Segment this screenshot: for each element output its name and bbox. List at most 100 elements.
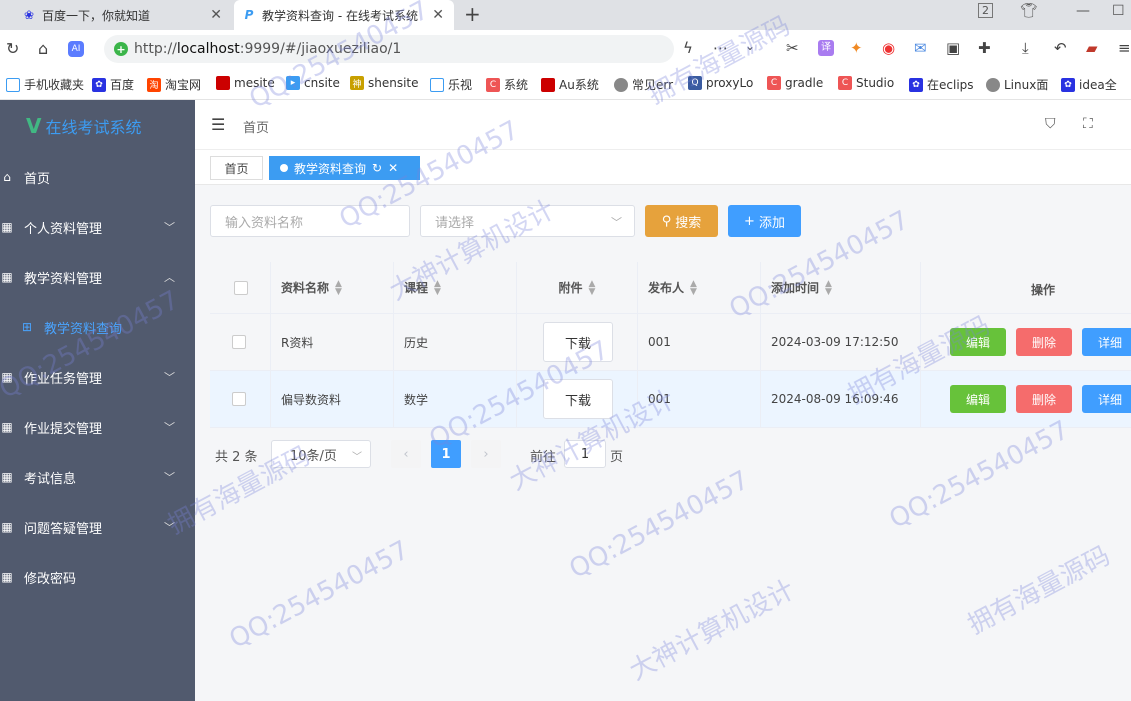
- home-icon[interactable]: ⌂: [38, 39, 48, 58]
- sort-icon[interactable]: ▲ ▼: [690, 279, 697, 296]
- bookmark-item[interactable]: 常见err: [614, 76, 674, 93]
- sidebar-item-materials[interactable]: ▦ 教学资料管理 ︿: [0, 252, 195, 302]
- sidebar-item-materials-query[interactable]: ⊞ 教学资料查询: [0, 302, 195, 352]
- close-icon[interactable]: ✕: [388, 161, 398, 175]
- header-time[interactable]: 添加时间 ▲ ▼: [761, 262, 921, 313]
- browser-tab-active[interactable]: P 教学资料查询 - 在线考试系统 ✕: [234, 0, 454, 30]
- bookmark-item[interactable]: C Studio: [838, 76, 894, 90]
- fullscreen-icon[interactable]: ⛶: [1083, 116, 1093, 132]
- bookmark-item[interactable]: 神 shensite: [350, 76, 419, 90]
- sidebar-item-qa[interactable]: ▦ 问题答疑管理 ﹀: [0, 502, 195, 552]
- chevron-down-icon[interactable]: ⌄: [745, 39, 755, 53]
- sidebar-item-profile[interactable]: ▦ 个人资料管理 ﹀: [0, 202, 195, 252]
- hamburger-icon[interactable]: ☰: [211, 115, 225, 134]
- tab-count-icon[interactable]: 2: [978, 3, 993, 18]
- reader-icon[interactable]: ▣: [946, 39, 960, 57]
- sidebar-item-home[interactable]: ⌂ 首页: [0, 152, 195, 202]
- row-checkbox[interactable]: [232, 335, 246, 349]
- table-row[interactable]: 偏导数资料 数学 下载 001 2024-08-09 16:09:46 编辑 删…: [210, 371, 1131, 428]
- header-course[interactable]: 课程 ▲ ▼: [394, 262, 517, 313]
- p-logo-icon: P: [244, 8, 254, 22]
- edit-button[interactable]: 编辑: [950, 385, 1006, 413]
- sort-icon[interactable]: ▲ ▼: [825, 279, 832, 296]
- sort-icon[interactable]: ▲ ▼: [335, 279, 342, 296]
- bookmark-item[interactable]: QproxyLo: [688, 76, 754, 90]
- minimize-icon[interactable]: —: [1076, 3, 1090, 19]
- header-label: 添加时间: [771, 281, 820, 295]
- shirt-icon[interactable]: 👕︎: [1020, 3, 1038, 19]
- header-publisher[interactable]: 发布人 ▲ ▼: [638, 262, 761, 313]
- select-all-checkbox[interactable]: [234, 280, 248, 295]
- detail-button[interactable]: 详细: [1082, 328, 1131, 356]
- refresh-icon[interactable]: ↻: [372, 161, 382, 175]
- sort-icon[interactable]: ▲ ▼: [589, 279, 596, 296]
- weibo-icon[interactable]: ◉: [882, 39, 895, 57]
- detail-button[interactable]: 详细: [1082, 385, 1131, 413]
- more-icon[interactable]: ⋯: [713, 39, 728, 57]
- table-row[interactable]: R资料 历史 下载 001 2024-03-09 17:12:50 编辑 删除 …: [210, 314, 1131, 371]
- sidebar-item-exam-info[interactable]: ▦ 考试信息 ﹀: [0, 452, 195, 502]
- undo-icon[interactable]: ↶: [1054, 39, 1067, 57]
- gamepad-icon[interactable]: ✦: [850, 39, 863, 57]
- new-tab-icon[interactable]: +: [464, 2, 481, 26]
- delete-button[interactable]: 删除: [1016, 328, 1072, 356]
- sidebar-item-label: 问题答疑管理: [24, 521, 103, 537]
- sidebar-item-change-password[interactable]: ▦ 修改密码: [0, 552, 195, 602]
- download-button[interactable]: 下载: [543, 379, 613, 419]
- breadcrumb[interactable]: 首页: [243, 117, 269, 136]
- sort-icon[interactable]: ▲ ▼: [434, 279, 441, 296]
- header-attachment[interactable]: 附件 ▲ ▼: [517, 262, 638, 313]
- bookmark-favicon: 神: [350, 76, 364, 90]
- sidebar-item-homework-submit[interactable]: ▦ 作业提交管理 ﹀: [0, 402, 195, 452]
- shirt-icon[interactable]: ⛉: [1045, 116, 1056, 132]
- header-name[interactable]: 资料名称 ▲ ▼: [271, 262, 394, 313]
- lightning-icon[interactable]: ϟ: [683, 39, 693, 57]
- mail-icon[interactable]: ✉: [914, 39, 927, 57]
- bookmark-item[interactable]: 手机收藏夹: [6, 76, 84, 93]
- download-button[interactable]: 下载: [543, 322, 613, 362]
- bookmark-item[interactable]: ✿ idea全: [1061, 76, 1127, 93]
- course-select[interactable]: 请选择 ﹀: [420, 205, 635, 237]
- tag-materials-query[interactable]: 教学资料查询 ↻ ✕: [269, 156, 420, 180]
- bookmark-item[interactable]: C 系统: [486, 76, 528, 93]
- browser-tab-baidu[interactable]: ❀ 百度一下，你就知道 ✕: [14, 0, 232, 30]
- bookmark-item[interactable]: Linux面: [986, 76, 1048, 93]
- bookmark-item[interactable]: mesite: [216, 76, 275, 90]
- bookmark-item[interactable]: ▸ cnsite: [286, 76, 340, 90]
- app-logo[interactable]: V 在线考试系统: [0, 100, 195, 152]
- add-button[interactable]: + 添加: [728, 205, 801, 237]
- name-search-input[interactable]: 输入资料名称: [210, 205, 410, 237]
- extensions-icon[interactable]: ✚: [978, 39, 991, 57]
- goto-page-input[interactable]: 1: [564, 440, 606, 468]
- edit-button[interactable]: 编辑: [950, 328, 1006, 356]
- search-button[interactable]: ⚲ 搜索: [645, 205, 718, 237]
- bookmark-item[interactable]: 乐视: [430, 76, 472, 93]
- delete-button[interactable]: 删除: [1016, 385, 1072, 413]
- url-scheme: http://: [134, 41, 177, 57]
- bookmark-item[interactable]: ✿ 在eclips: [909, 76, 975, 93]
- close-icon[interactable]: ✕: [210, 7, 222, 23]
- plus-icon: +: [744, 213, 755, 229]
- tag-home[interactable]: 首页: [210, 156, 263, 180]
- briefcase-icon[interactable]: ▰: [1086, 39, 1098, 57]
- bookmark-item[interactable]: Cgradle: [767, 76, 825, 90]
- bookmark-item[interactable]: 淘淘宝网: [147, 76, 201, 93]
- prev-page-button[interactable]: ‹: [391, 440, 421, 468]
- close-icon[interactable]: ✕: [432, 7, 444, 23]
- next-page-button[interactable]: ›: [471, 440, 501, 468]
- page-size-select[interactable]: 10条/页 ﹀: [271, 440, 371, 468]
- reload-icon[interactable]: ↻: [6, 39, 19, 58]
- scissors-icon[interactable]: ✂: [786, 39, 799, 57]
- translate-icon[interactable]: 译: [818, 40, 834, 56]
- download-icon[interactable]: ⤓: [1022, 39, 1029, 57]
- ai-icon[interactable]: AI: [68, 41, 84, 57]
- row-checkbox[interactable]: [232, 392, 246, 406]
- menu-icon[interactable]: ≡: [1118, 39, 1131, 57]
- bookmark-item[interactable]: ✿ 百度: [92, 76, 134, 93]
- row-checkbox-cell: [210, 371, 271, 427]
- sidebar-item-homework-tasks[interactable]: ▦ 作业任务管理 ﹀: [0, 352, 195, 402]
- maximize-icon[interactable]: ☐: [1112, 3, 1125, 19]
- page-number-current[interactable]: 1: [431, 440, 461, 468]
- bookmark-item[interactable]: Au系统: [541, 76, 599, 93]
- url-field[interactable]: + http://localhost:9999/#/jiaoxueziliao/…: [104, 35, 674, 63]
